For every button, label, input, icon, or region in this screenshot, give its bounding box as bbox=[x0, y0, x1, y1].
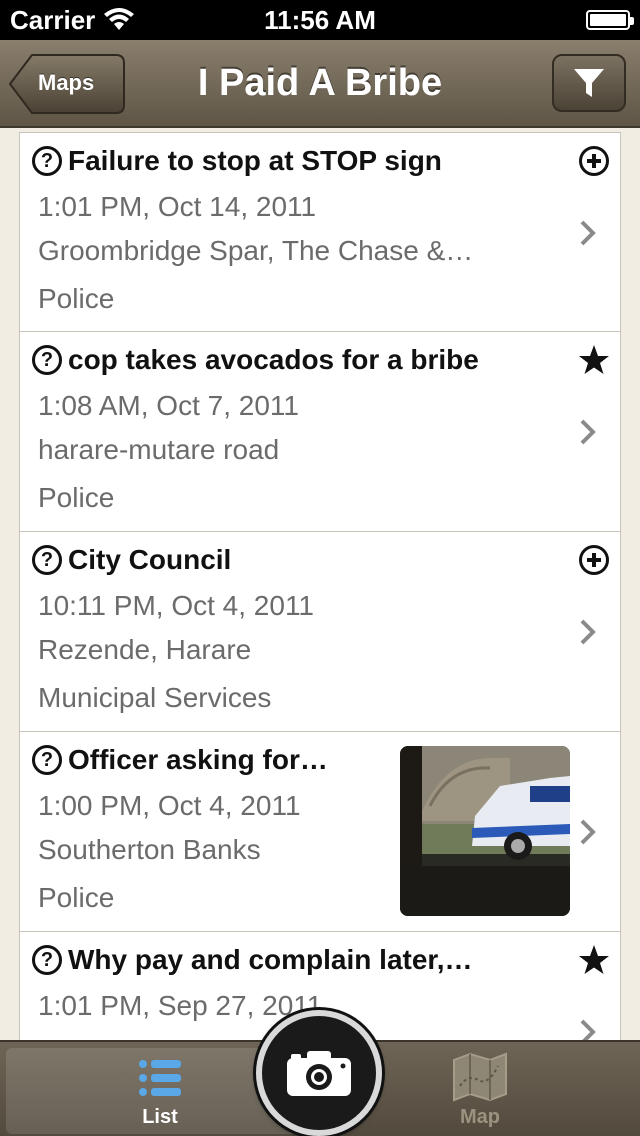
tab-list[interactable]: List bbox=[60, 1042, 260, 1136]
chevron-right-icon bbox=[580, 220, 596, 246]
report-time: 1:00 PM, Oct 4, 2011 bbox=[38, 790, 301, 821]
question-circle-icon: ? bbox=[32, 146, 62, 176]
question-circle-icon: ? bbox=[32, 745, 62, 775]
report-list[interactable]: ? Failure to stop at STOP sign 1:01 PM, … bbox=[0, 128, 640, 1040]
navigation-bar: Maps I Paid A Bribe bbox=[0, 40, 640, 128]
star-icon[interactable] bbox=[578, 944, 610, 976]
back-button-label: Maps bbox=[38, 70, 95, 95]
chevron-right-icon bbox=[580, 819, 596, 845]
report-location: harare-mutare road bbox=[38, 434, 280, 465]
report-title: ? City Council bbox=[32, 544, 572, 576]
report-title: ? Why pay and complain later,… bbox=[32, 944, 572, 976]
report-time: 1:01 PM, Oct 14, 2011 bbox=[38, 191, 317, 222]
list-icon bbox=[139, 1060, 181, 1096]
plus-circle-icon[interactable] bbox=[578, 145, 610, 177]
report-time: 10:11 PM, Oct 4, 2011 bbox=[38, 590, 315, 621]
report-title: ? Officer asking for… bbox=[32, 744, 392, 776]
filter-button[interactable] bbox=[552, 54, 626, 112]
chevron-right-icon bbox=[580, 419, 596, 445]
camera-icon bbox=[287, 1051, 351, 1096]
list-item[interactable]: ? Failure to stop at STOP sign 1:01 PM, … bbox=[19, 132, 621, 332]
page-title: I Paid A Bribe bbox=[197, 61, 443, 104]
tab-list-label: List bbox=[142, 1106, 178, 1128]
list-item[interactable]: ? Officer asking for… 1:00 PM, Oct 4, 20… bbox=[19, 732, 621, 932]
report-category: Police bbox=[38, 882, 115, 913]
wifi-icon bbox=[104, 8, 135, 30]
map-icon bbox=[453, 1052, 507, 1102]
question-circle-icon: ? bbox=[32, 945, 62, 975]
report-title: ? cop takes avocados for a bribe bbox=[32, 344, 572, 376]
report-category: Police bbox=[38, 482, 115, 513]
report-location: Groombridge Spar, The Chase &… bbox=[38, 235, 474, 266]
report-time: 1:08 AM, Oct 7, 2011 bbox=[38, 390, 299, 421]
filter-icon bbox=[574, 69, 604, 97]
back-button[interactable]: Maps bbox=[8, 54, 125, 114]
carrier-label: Carrier bbox=[10, 4, 96, 35]
chevron-right-icon bbox=[580, 1019, 596, 1040]
tab-map[interactable]: Map bbox=[380, 1042, 580, 1136]
status-left: Carrier bbox=[10, 5, 135, 36]
report-category: Municipal Services bbox=[38, 682, 272, 713]
report-category: Police bbox=[38, 283, 115, 314]
list-item[interactable]: ? cop takes avocados for a bribe 1:08 AM… bbox=[19, 332, 621, 532]
plus-circle-icon[interactable] bbox=[578, 544, 610, 576]
report-location: Rezende, Harare bbox=[38, 634, 252, 665]
question-circle-icon: ? bbox=[32, 345, 62, 375]
camera-button[interactable] bbox=[256, 1010, 382, 1136]
photo-thumbnail[interactable] bbox=[400, 746, 570, 916]
tab-map-label: Map bbox=[460, 1106, 500, 1128]
question-circle-icon: ? bbox=[32, 545, 62, 575]
chevron-right-icon bbox=[580, 619, 596, 645]
list-item[interactable]: ? City Council 10:11 PM, Oct 4, 2011 Rez… bbox=[19, 532, 621, 732]
report-location: Southerton Banks bbox=[38, 834, 261, 865]
battery-icon bbox=[586, 10, 634, 30]
status-bar: Carrier 11:56 AM bbox=[0, 0, 640, 40]
star-icon[interactable] bbox=[578, 344, 610, 376]
report-title: ? Failure to stop at STOP sign bbox=[32, 145, 572, 177]
